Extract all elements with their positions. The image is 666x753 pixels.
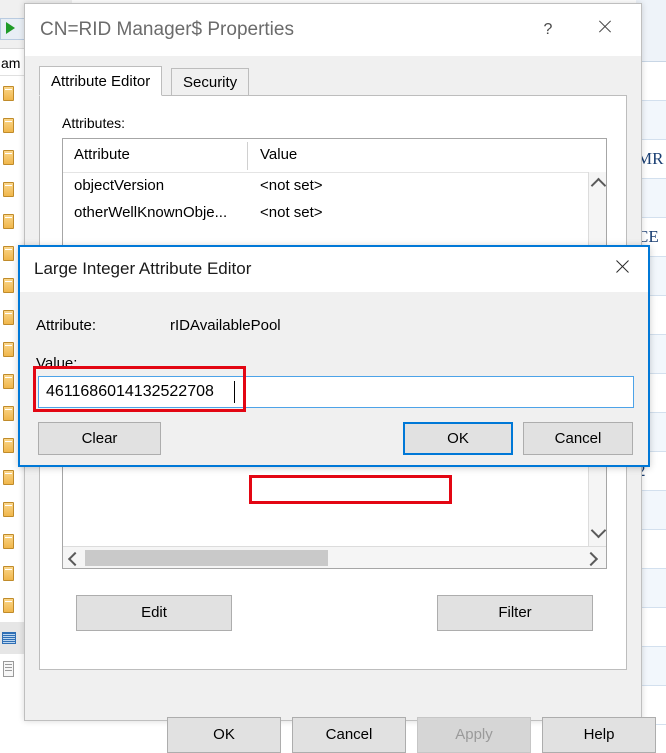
folder-icon (3, 534, 14, 549)
large-integer-attribute-editor-dialog: Large Integer Attribute Editor Attribute… (18, 245, 650, 467)
column-header-value[interactable]: Value (260, 146, 297, 163)
chevron-up-icon[interactable] (590, 177, 606, 194)
dialog-body: Attribute: rIDAvailablePool Value: Clear… (20, 292, 648, 465)
folder-icon (3, 598, 14, 613)
row-attribute: objectVersion (74, 177, 165, 194)
folder-icon (3, 182, 14, 197)
edit-button[interactable]: Edit (76, 595, 232, 631)
folder-icon (3, 470, 14, 485)
close-icon[interactable] (581, 14, 627, 46)
folder-icon (3, 438, 14, 453)
chevron-down-icon[interactable] (590, 522, 606, 539)
chevron-left-icon[interactable] (67, 551, 83, 567)
folder-icon (3, 214, 14, 229)
folder-icon (3, 406, 14, 421)
dialog-title: Large Integer Attribute Editor (34, 259, 252, 278)
folder-icon (3, 150, 14, 165)
chevron-right-icon[interactable] (583, 551, 599, 567)
close-icon[interactable] (614, 259, 636, 281)
row-value: <not set> (260, 177, 323, 194)
scrollbar-thumb[interactable] (85, 550, 328, 566)
folder-icon (3, 374, 14, 389)
table-row[interactable]: otherWellKnownObje... <not set> (63, 199, 588, 226)
row-attribute: otherWellKnownObje... (74, 204, 228, 221)
play-icon[interactable] (6, 22, 15, 34)
ok-button[interactable]: OK (167, 717, 281, 753)
tab-security[interactable]: Security (171, 68, 250, 96)
list-header: Attribute Value (63, 139, 606, 173)
help-icon[interactable]: ? (525, 14, 571, 46)
value-label: Value: (36, 355, 78, 372)
clear-button[interactable]: Clear (38, 422, 161, 455)
attribute-name-value: rIDAvailablePool (170, 317, 281, 334)
folder-icon (3, 246, 14, 261)
tab-strip: Attribute Editor Security (39, 66, 627, 96)
value-input[interactable] (38, 376, 634, 408)
folder-icon (3, 118, 14, 133)
attribute-label: Attribute: (36, 317, 97, 334)
filter-button[interactable]: Filter (437, 595, 593, 631)
scrollbar-icon (2, 632, 16, 644)
dialog-cancel-button[interactable]: Cancel (523, 422, 633, 455)
apply-button: Apply (417, 717, 531, 753)
tab-attribute-editor[interactable]: Attribute Editor (39, 66, 163, 96)
row-value: <not set> (260, 204, 323, 221)
cancel-button[interactable]: Cancel (292, 717, 406, 753)
attributes-label: Attributes: (62, 115, 126, 131)
column-divider[interactable] (247, 142, 248, 170)
dialog-ok-button[interactable]: OK (403, 422, 513, 455)
horizontal-scrollbar[interactable] (63, 546, 606, 568)
column-header-attribute[interactable]: Attribute (74, 146, 130, 163)
help-button[interactable]: Help (542, 717, 656, 753)
text-caret (234, 381, 235, 403)
folder-icon (3, 86, 14, 101)
folder-icon (3, 310, 14, 325)
folder-icon (3, 566, 14, 581)
folder-icon (3, 278, 14, 293)
folder-icon (3, 502, 14, 517)
page-title: CN=RID Manager$ Properties (40, 19, 294, 40)
document-icon (3, 661, 14, 677)
properties-titlebar: CN=RID Manager$ Properties ? (25, 4, 641, 57)
folder-icon (3, 342, 14, 357)
dialog-titlebar: Large Integer Attribute Editor (20, 247, 648, 292)
table-row[interactable]: objectVersion <not set> (63, 172, 588, 199)
